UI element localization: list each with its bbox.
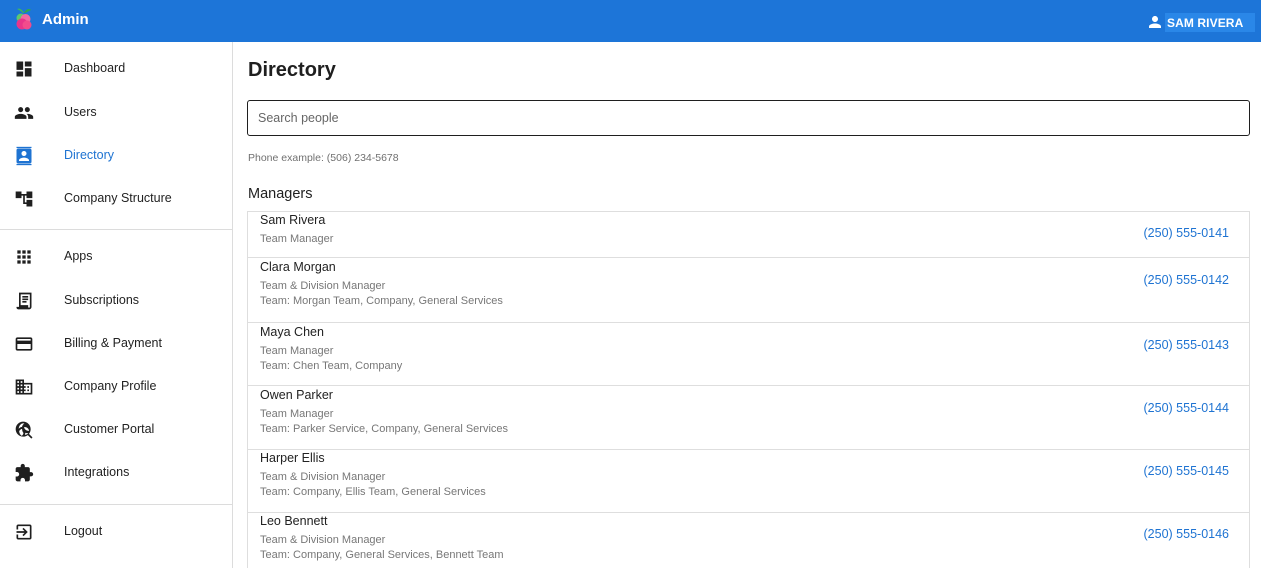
portal-search-icon <box>15 421 33 439</box>
sidebar: Dashboard Users Directory Company Struct… <box>0 42 233 568</box>
sidebar-item-company-profile[interactable]: Company Profile <box>0 368 232 406</box>
search-input[interactable] <box>248 101 1249 135</box>
logout-icon <box>16 524 32 540</box>
person-name: Harper Ellis <box>260 451 325 465</box>
phone-link[interactable]: (250) 555-0142 <box>1144 273 1229 287</box>
person-name: Clara Morgan <box>260 260 336 274</box>
phone-link[interactable]: (250) 555-0146 <box>1144 527 1229 541</box>
building-icon <box>15 379 33 395</box>
sidebar-item-logout[interactable]: Logout <box>0 513 232 551</box>
sidebar-item-label: Integrations <box>64 465 130 479</box>
person-team: Team: Chen Team, Company <box>260 360 403 372</box>
list-item[interactable]: Leo Bennett Team & Division Manager Team… <box>248 513 1249 568</box>
section-title: Managers <box>248 186 313 202</box>
sidebar-item-dashboard[interactable]: Dashboard <box>0 50 232 88</box>
person-name: Sam Rivera <box>260 213 326 227</box>
list-item[interactable]: Sam Rivera Team Manager (250) 555-0141 <box>248 212 1249 258</box>
sidebar-item-label: Customer Portal <box>64 422 155 436</box>
sidebar-item-label: Company Profile <box>64 379 157 393</box>
receipt-icon <box>16 292 32 310</box>
main-content: Directory Phone example: (506) 234-5678 … <box>233 42 1261 568</box>
sidebar-divider <box>0 504 232 505</box>
sidebar-item-billing-payment[interactable]: Billing & Payment <box>0 325 232 363</box>
phone-link[interactable]: (250) 555-0145 <box>1144 464 1229 478</box>
sidebar-item-directory[interactable]: Directory <box>0 137 232 175</box>
person-name: Owen Parker <box>260 388 333 402</box>
person-name: Maya Chen <box>260 325 324 339</box>
phone-link[interactable]: (250) 555-0143 <box>1144 338 1229 352</box>
sidebar-item-subscriptions[interactable]: Subscriptions <box>0 282 232 320</box>
list-item[interactable]: Clara Morgan Team & Division Manager Tea… <box>248 258 1249 323</box>
list-item[interactable]: Owen Parker Team Manager Team: Parker Se… <box>248 386 1249 450</box>
phone-format-hint: Phone example: (506) 234-5678 <box>248 152 399 164</box>
person-role: Team Manager <box>260 345 334 357</box>
sidebar-item-label: Subscriptions <box>64 293 140 307</box>
sidebar-item-integrations[interactable]: Integrations <box>0 454 232 492</box>
person-team: Team: Company, Ellis Team, General Servi… <box>260 486 486 498</box>
list-item[interactable]: Harper Ellis Team & Division Manager Tea… <box>248 450 1249 513</box>
sidebar-item-label: Dashboard <box>64 61 126 75</box>
person-role: Team Manager <box>260 408 334 420</box>
dashboard-icon <box>16 61 32 77</box>
apps-grid-icon <box>17 250 31 264</box>
app-title: Admin <box>42 11 89 28</box>
user-name: SAM RIVERA <box>1165 12 1256 32</box>
sidebar-item-label: Directory <box>64 148 115 162</box>
person-role: Team & Division Manager <box>260 280 386 292</box>
person-team: Team: Parker Service, Company, General S… <box>260 423 508 435</box>
list-item[interactable]: Maya Chen Team Manager Team: Chen Team, … <box>248 323 1249 386</box>
managers-list: Sam Rivera Team Manager (250) 555-0141 C… <box>247 211 1250 568</box>
app-bar: Admin SAM RIVERA <box>0 0 1261 42</box>
credit-card-icon <box>15 337 33 351</box>
hierarchy-icon <box>15 191 33 207</box>
sidebar-item-company-structure[interactable]: Company Structure <box>0 180 232 218</box>
sidebar-item-users[interactable]: Users <box>0 94 232 132</box>
sidebar-divider <box>0 229 232 230</box>
search-field[interactable] <box>247 100 1250 136</box>
person-role: Team & Division Manager <box>260 534 386 546</box>
user-menu-button[interactable]: SAM RIVERA <box>1146 11 1256 33</box>
phone-link[interactable]: (250) 555-0144 <box>1144 401 1229 415</box>
person-role: Team Manager <box>260 233 334 245</box>
person-role: Team & Division Manager <box>260 471 386 483</box>
sidebar-item-label: Apps <box>64 249 93 263</box>
sidebar-item-label: Company Structure <box>64 191 172 205</box>
page-title: Directory <box>248 59 336 81</box>
sidebar-item-apps[interactable]: Apps <box>0 238 232 276</box>
people-icon <box>14 107 34 119</box>
contact-card-icon <box>16 146 32 166</box>
sidebar-item-label: Billing & Payment <box>64 336 162 350</box>
sidebar-item-customer-portal[interactable]: Customer Portal <box>0 411 232 449</box>
raspberry-logo-icon <box>16 8 32 30</box>
person-team: Team: Morgan Team, Company, General Serv… <box>260 295 503 307</box>
phone-link[interactable]: (250) 555-0141 <box>1144 226 1229 240</box>
person-name: Leo Bennett <box>260 514 328 528</box>
person-icon <box>1149 16 1161 28</box>
person-team: Team: Company, General Services, Bennett… <box>260 549 504 561</box>
sidebar-item-label: Logout <box>64 524 103 538</box>
sidebar-item-label: Users <box>64 105 97 119</box>
puzzle-icon <box>15 463 34 482</box>
